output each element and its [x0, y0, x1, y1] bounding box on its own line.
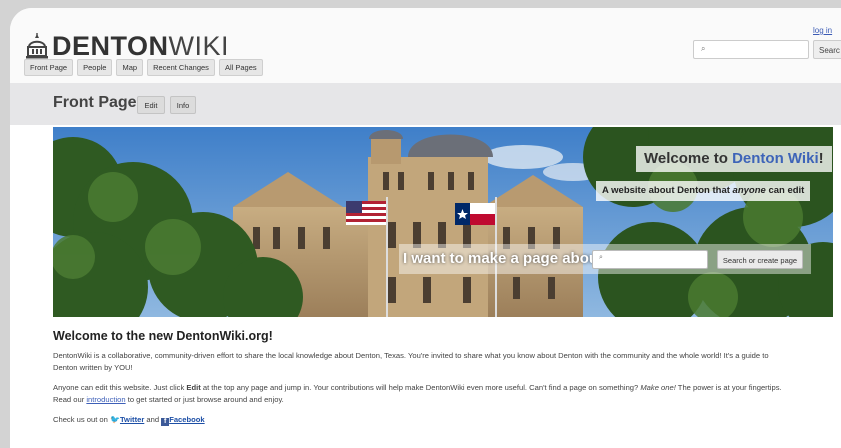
welcome-accent: Denton Wiki [732, 150, 819, 167]
edit-paragraph-b: at the top any page and jump in. Your co… [200, 383, 641, 392]
courthouse-logo-icon [26, 33, 48, 59]
make-one-text: Make one! [640, 383, 676, 392]
introduction-link[interactable]: introduction [86, 395, 125, 404]
page-title-bar: Front Page Edit Info [10, 83, 841, 125]
social-prefix: Check us out on [53, 415, 110, 424]
facebook-icon: f [161, 418, 170, 426]
intro-paragraph-line-2: Denton written by YOU! [53, 363, 133, 372]
site-header: DENTON WIKI Front Page People Map Recent … [10, 8, 841, 88]
nav-tab-recent-changes[interactable]: Recent Changes [147, 59, 215, 76]
login-link[interactable]: log in [813, 26, 832, 35]
make-page-form: I want to make a page about ⌕ Search or … [399, 244, 811, 274]
make-page-input[interactable]: ⌕ [592, 250, 708, 269]
intro-link-prefix: Read our [53, 395, 87, 404]
search-or-create-button[interactable]: Search or create page [717, 250, 803, 269]
search-button[interactable]: Searc [813, 40, 841, 59]
make-page-label: I want to make a page about [403, 250, 604, 267]
edit-word: Edit [186, 383, 201, 392]
edit-button[interactable]: Edit [137, 96, 165, 114]
welcome-heading: Welcome to the new DentonWiki.org! [53, 329, 273, 343]
logo-text-light: WIKI [168, 31, 230, 61]
site-logo[interactable]: DENTON WIKI [26, 32, 229, 60]
nav-tab-all-pages[interactable]: All Pages [218, 59, 263, 76]
twitter-link[interactable]: Twitter [120, 415, 144, 424]
browser-frame: DENTON WIKI Front Page People Map Recent … [10, 8, 841, 448]
nav-tab-people[interactable]: People [77, 59, 113, 76]
tagline-emphasis: anyone [732, 185, 766, 196]
tagline-suffix: can edit [765, 185, 805, 196]
page-title: Front Page [53, 94, 137, 111]
welcome-prefix: Welcome to [644, 150, 733, 167]
intro-link-suffix: to get started or just browse around and… [125, 395, 284, 404]
edit-paragraph-c: The power is at your fingertips. [675, 383, 782, 392]
edit-paragraph-a: Anyone can edit this website. Just click [53, 383, 187, 392]
logo-text-bold: DENTON [52, 31, 169, 61]
search-input[interactable]: ⌕ [693, 40, 809, 59]
search-icon: ⌕ [599, 254, 603, 261]
edit-paragraph: Anyone can edit this website. Just click… [53, 382, 782, 394]
nav-tab-front-page[interactable]: Front Page [24, 59, 74, 76]
hero-banner: Welcome to Denton Wiki! A website about … [53, 127, 833, 317]
nav-tabs: Front Page People Map Recent Changes All… [24, 59, 263, 76]
tagline-prefix: A website about Denton that [602, 185, 733, 196]
welcome-suffix: ! [818, 150, 824, 167]
introduction-paragraph: Read our introduction to get started or … [53, 394, 284, 406]
banner-tagline: A website about Denton that anyone can e… [596, 181, 811, 201]
intro-paragraph-line-1: DentonWiki is a collaborative, community… [53, 351, 769, 360]
welcome-banner-title: Welcome to Denton Wiki! [636, 146, 832, 172]
twitter-icon: 🐦 [110, 415, 120, 424]
nav-tab-map[interactable]: Map [116, 59, 144, 76]
info-button[interactable]: Info [170, 96, 196, 114]
facebook-link[interactable]: Facebook [169, 415, 204, 424]
search-icon: ⌕ [701, 44, 706, 53]
social-and: and [144, 415, 162, 424]
social-paragraph: Check us out on 🐦Twitter and f Facebook [53, 414, 205, 426]
